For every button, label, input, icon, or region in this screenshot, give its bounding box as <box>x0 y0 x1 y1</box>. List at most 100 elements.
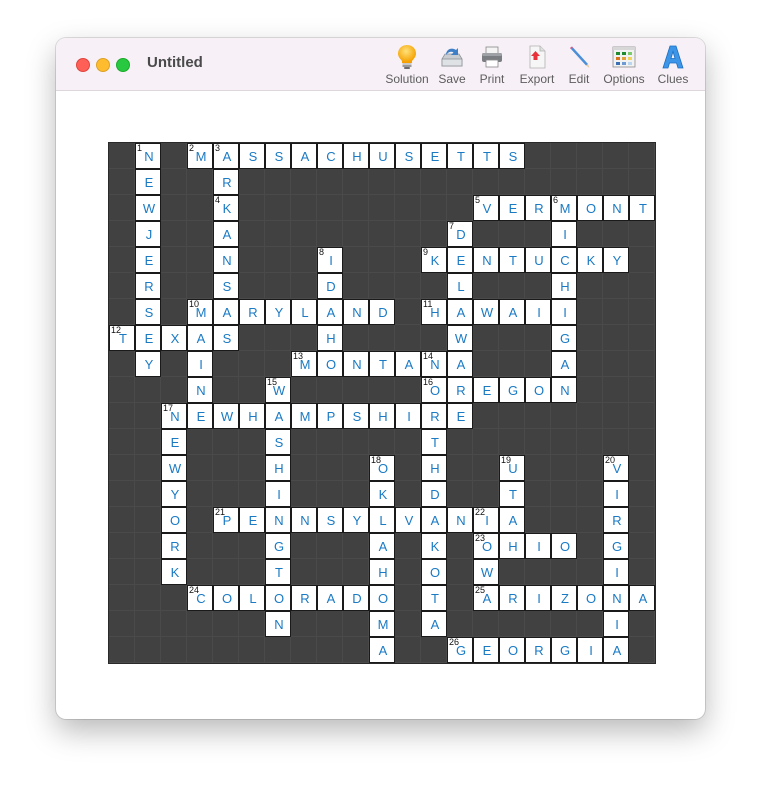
grid-cell[interactable]: Y <box>603 247 629 273</box>
grid-cell[interactable]: E <box>161 429 187 455</box>
grid-cell[interactable]: E <box>239 507 265 533</box>
grid-cell[interactable]: 1N <box>135 143 161 169</box>
grid-cell[interactable]: A <box>499 507 525 533</box>
grid-cell[interactable]: R <box>161 533 187 559</box>
grid-cell[interactable]: 13 M <box>291 351 317 377</box>
grid-cell[interactable]: W <box>213 403 239 429</box>
grid-cell[interactable]: G <box>499 377 525 403</box>
grid-cell[interactable]: 11 H <box>421 299 447 325</box>
grid-cell[interactable]: T <box>369 351 395 377</box>
grid-cell[interactable]: T <box>473 143 499 169</box>
grid-cell[interactable]: 9K <box>421 247 447 273</box>
grid-cell[interactable]: K <box>421 533 447 559</box>
grid-cell[interactable]: J <box>135 221 161 247</box>
grid-cell[interactable]: I <box>395 403 421 429</box>
grid-cell[interactable]: A <box>317 585 343 611</box>
grid-cell[interactable]: T <box>421 585 447 611</box>
grid-cell[interactable]: N <box>473 247 499 273</box>
grid-cell[interactable]: O <box>499 637 525 663</box>
grid-cell[interactable]: I <box>603 481 629 507</box>
grid-cell[interactable]: 3A <box>213 143 239 169</box>
solution-button[interactable]: Solution <box>381 44 433 88</box>
grid-cell[interactable]: K <box>577 247 603 273</box>
grid-cell[interactable]: E <box>135 169 161 195</box>
grid-cell[interactable]: O <box>213 585 239 611</box>
grid-cell[interactable]: W <box>473 299 499 325</box>
grid-cell[interactable]: R <box>291 585 317 611</box>
grid-cell[interactable]: Y <box>265 299 291 325</box>
grid-cell[interactable]: I <box>525 585 551 611</box>
save-button[interactable]: Save <box>433 44 471 88</box>
grid-cell[interactable]: W <box>135 195 161 221</box>
grid-cell[interactable]: E <box>447 403 473 429</box>
grid-cell[interactable]: 24 C <box>187 585 213 611</box>
grid-cell[interactable]: H <box>343 143 369 169</box>
grid-cell[interactable]: S <box>395 143 421 169</box>
grid-cell[interactable]: A <box>317 299 343 325</box>
grid-cell[interactable]: E <box>135 247 161 273</box>
grid-cell[interactable]: N <box>343 351 369 377</box>
grid-cell[interactable]: 21 P <box>213 507 239 533</box>
grid-cell[interactable]: R <box>239 299 265 325</box>
grid-cell[interactable]: K <box>161 559 187 585</box>
grid-cell[interactable]: E <box>499 195 525 221</box>
grid-cell[interactable]: O <box>525 377 551 403</box>
grid-cell[interactable]: S <box>135 299 161 325</box>
grid-cell[interactable]: Z <box>551 585 577 611</box>
grid-cell[interactable]: 10 M <box>187 299 213 325</box>
grid-cell[interactable]: T <box>499 481 525 507</box>
grid-cell[interactable]: O <box>421 559 447 585</box>
grid-cell[interactable]: C <box>551 247 577 273</box>
grid-cell[interactable]: A <box>291 143 317 169</box>
grid-cell[interactable]: 23 O <box>473 533 499 559</box>
print-button[interactable]: Print <box>471 44 513 88</box>
grid-cell[interactable]: H <box>317 325 343 351</box>
grid-cell[interactable]: C <box>317 143 343 169</box>
grid-cell[interactable]: N <box>213 247 239 273</box>
grid-cell[interactable]: A <box>551 351 577 377</box>
grid-cell[interactable]: I <box>551 221 577 247</box>
grid-cell[interactable]: D <box>369 299 395 325</box>
grid-cell[interactable]: 7D <box>447 221 473 247</box>
grid-cell[interactable]: M <box>291 403 317 429</box>
grid-cell[interactable]: A <box>187 325 213 351</box>
clues-button[interactable]: Clues <box>651 44 695 88</box>
grid-cell[interactable]: R <box>499 585 525 611</box>
grid-cell[interactable]: A <box>265 403 291 429</box>
grid-cell[interactable]: 14 N <box>421 351 447 377</box>
grid-cell[interactable]: S <box>499 143 525 169</box>
minimize-window-button[interactable] <box>96 58 110 72</box>
grid-cell[interactable]: T <box>499 247 525 273</box>
grid-cell[interactable]: I <box>603 611 629 637</box>
grid-cell[interactable]: N <box>603 585 629 611</box>
grid-cell[interactable]: I <box>187 351 213 377</box>
grid-cell[interactable]: 2M <box>187 143 213 169</box>
grid-cell[interactable]: I <box>265 481 291 507</box>
grid-cell[interactable]: G <box>551 637 577 663</box>
grid-cell[interactable]: E <box>187 403 213 429</box>
grid-cell[interactable]: S <box>265 429 291 455</box>
export-button[interactable]: Export <box>513 44 561 88</box>
grid-cell[interactable]: R <box>421 403 447 429</box>
grid-cell[interactable]: S <box>213 325 239 351</box>
grid-cell[interactable]: V <box>395 507 421 533</box>
grid-cell[interactable]: W <box>473 559 499 585</box>
grid-cell[interactable]: T <box>265 559 291 585</box>
grid-cell[interactable]: T <box>629 195 655 221</box>
grid-cell[interactable]: I <box>603 559 629 585</box>
grid-cell[interactable]: 20 V <box>603 455 629 481</box>
grid-cell[interactable]: K <box>369 481 395 507</box>
grid-cell[interactable]: 22 I <box>473 507 499 533</box>
grid-cell[interactable]: 6M <box>551 195 577 221</box>
grid-cell[interactable]: H <box>421 455 447 481</box>
grid-cell[interactable]: L <box>369 507 395 533</box>
grid-cell[interactable]: I <box>525 299 551 325</box>
grid-cell[interactable]: W <box>161 455 187 481</box>
grid-cell[interactable]: S <box>317 507 343 533</box>
close-window-button[interactable] <box>76 58 90 72</box>
grid-cell[interactable]: A <box>499 299 525 325</box>
grid-cell[interactable]: 25 A <box>473 585 499 611</box>
grid-cell[interactable]: 17 N <box>161 403 187 429</box>
grid-cell[interactable]: E <box>473 377 499 403</box>
grid-cell[interactable]: E <box>447 247 473 273</box>
